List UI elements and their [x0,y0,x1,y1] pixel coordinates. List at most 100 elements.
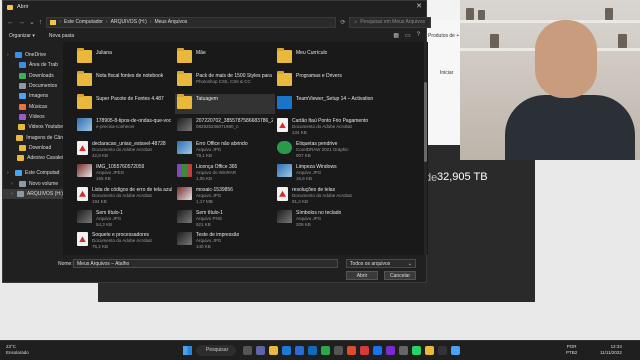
file-item[interactable]: Soquete e processadores Documento do Adob… [75,230,175,250]
forward-arrow-icon[interactable]: → [18,19,25,26]
file-text: Teste de impressão Arquivo JPG 140 KB [196,232,239,250]
sidebar-item[interactable]: Downloads [3,71,63,81]
file-item[interactable]: Teste de impressão Arquivo JPG 140 KB [175,230,275,250]
sidebar-item[interactable]: Download [3,143,63,153]
task-view-icon[interactable] [243,346,252,355]
sidebar-item[interactable]: › Novo volume [3,179,63,189]
up-arrow-icon[interactable]: ↑ [39,19,43,26]
sidebar-item-label: Videos Youtube [28,124,63,131]
new-folder-button[interactable]: Nova pasta [49,33,74,39]
file-item[interactable]: Sem título-1 Arquivo PNG 921 KB [175,208,275,228]
store-icon[interactable] [295,346,304,355]
file-item[interactable]: Erro Office não abrindo Arquivo JPG 79,1 K… [175,139,275,159]
help-icon[interactable]: ? [417,32,420,39]
file-item[interactable]: resoluções de telas Documento do Adobe Ac… [275,185,375,205]
file-text: Soquete e processadores Documento do Adob… [92,232,152,250]
sidebar-item[interactable]: Adesivo Cavalei [3,153,63,163]
chevron-down-icon[interactable]: ⌄ [29,18,35,26]
app-icon[interactable] [451,346,460,355]
breadcrumb-item[interactable]: ARQUIVOS (H:) [111,19,147,25]
view-options-icon[interactable]: ▦ [393,32,399,39]
file-item[interactable]: Limpeza Windows Arquivo JPG 16,6 KB [275,162,375,182]
sidebar-item[interactable]: Imagens [3,91,63,101]
sidebar-item[interactable]: Área de Trab [3,60,63,70]
file-item[interactable]: Juliana [75,48,175,68]
file-item[interactable]: 178905-8-tipos-de-ondas-que-voc e-precisa… [75,116,175,136]
search-input[interactable]: ⌕ Pesquisar em Meus Arquivos [349,16,432,28]
start-icon[interactable] [183,346,192,355]
file-item[interactable]: Licença Office 365 Arquivo do WinRAR 1,06 … [175,162,275,182]
file-item[interactable]: Tatuagem [175,93,275,114]
file-item[interactable]: Mãe [175,48,275,68]
breadcrumb-item[interactable]: Meus Arquivos [154,19,187,25]
file-name: Programas e Drivers [296,72,342,79]
file-item[interactable]: Sem título-1 Arquivo JPG 54,3 KB [75,208,175,228]
open-button[interactable]: Abrir [346,271,378,280]
refresh-icon[interactable]: ⟳ [340,19,345,26]
sidebar-item-label: Área de Trab [29,62,58,69]
file-item[interactable]: IMG_1055760572059 Arquivo JPEG 165 KB [75,162,175,182]
taskbar-search[interactable]: Pesquisar [196,345,236,356]
address-bar[interactable]: › Este Computador › ARQUIVOS (H:) › Meus… [46,16,337,28]
organize-button[interactable]: Organizar ▾ [9,33,35,39]
mail-icon[interactable] [308,346,317,355]
scrollbar[interactable] [424,42,427,255]
file-item[interactable]: Nota fiscal fontes de notebook [75,70,175,91]
file-item[interactable]: Meu Currículo [275,48,375,68]
sidebar-item[interactable]: Documentos [3,81,63,91]
clock[interactable]: 12:34 11/11/2022 [600,344,622,356]
file-item[interactable]: Pack de mais de 1500 Styles para Photosho… [175,70,275,91]
weather-widget[interactable]: 23°C Ensolarado [6,344,29,356]
chevron-icon[interactable]: › [11,181,16,187]
whatsapp-icon[interactable] [412,346,421,355]
sidebar-item[interactable]: Videos Youtube [3,122,63,132]
file-name: Juliana [96,50,112,56]
breadcrumb-item[interactable]: Este Computador [64,19,103,25]
chevron-icon[interactable]: › [7,52,12,58]
cancel-button[interactable]: Cancelar [384,271,416,280]
preview-pane-icon[interactable]: ▭ [405,32,411,39]
sidebar-item-label: Vídeos [29,113,45,120]
app-icon[interactable] [438,346,447,355]
file-item[interactable]: Super Pacote de Fontes 4.487 [75,93,175,114]
file-item[interactable]: Símbolos no teclado Arquivo JPG 209 KB [275,208,375,228]
chrome-icon[interactable] [373,346,382,355]
file-item[interactable]: TeamViewer_Setup 14 – Activation [275,94,375,114]
back-arrow-icon[interactable]: ← [7,19,14,26]
chevron-icon[interactable]: › [7,170,12,176]
scrollbar-thumb[interactable] [424,82,427,162]
file-explorer-icon[interactable] [269,346,278,355]
jar [490,34,499,48]
sidebar-item[interactable]: › Este Computad [3,168,63,178]
language-indicator[interactable]: POR PTB2 [566,344,577,356]
app-icon[interactable] [334,346,343,355]
app-icon[interactable] [425,346,434,355]
file-item[interactable]: Cartão Itaú Ponto Frio Pagamento Document… [275,116,375,136]
edge-icon[interactable] [282,346,291,355]
sidebar-item[interactable]: Músicas [3,101,63,111]
file-item[interactable]: 207220702_385578758668378​6_213108292524… [175,116,275,136]
app-icon[interactable] [347,346,356,355]
chevron-icon[interactable]: › [11,191,14,197]
filetype-select[interactable]: Todos os arquivos ⌄ [346,259,416,268]
file-item[interactable]: Lista de códigos de erro de tela azul Doc… [75,185,175,205]
app-icon[interactable] [399,346,408,355]
sidebar-item-label: Download [29,144,52,151]
close-icon[interactable]: ✕ [416,2,422,10]
app-icon[interactable] [386,346,395,355]
sidebar-item[interactable]: › OneDrive [3,50,63,60]
teams-icon[interactable] [256,346,265,355]
sidebar-item[interactable]: Imagens de Cân [3,132,63,142]
sidebar-item[interactable]: › ARQUIVOS (H:) [3,188,63,200]
app-icon[interactable] [360,346,369,355]
file-item[interactable]: mosaic-1539856 Arquivo JPG 1,17 MB [175,185,275,205]
file-item[interactable]: Programas e Drivers [275,70,375,91]
sidebar-item[interactable]: Vídeos [3,112,63,122]
file-size: 16,6 KB [296,176,313,181]
file-text: Sem título-1 Arquivo JPG 54,3 KB [96,210,123,228]
file-item[interactable]: Etiquetas pendrive CorelDRAW 2021 Graphic… [275,139,375,159]
app-icon[interactable] [321,346,330,355]
file-icon [177,232,192,246]
file-item[interactable]: declaracao_uniao_estavel-48728 Documento … [75,139,175,159]
filename-input[interactable]: Meus Arquivos – Atalho [73,259,338,268]
